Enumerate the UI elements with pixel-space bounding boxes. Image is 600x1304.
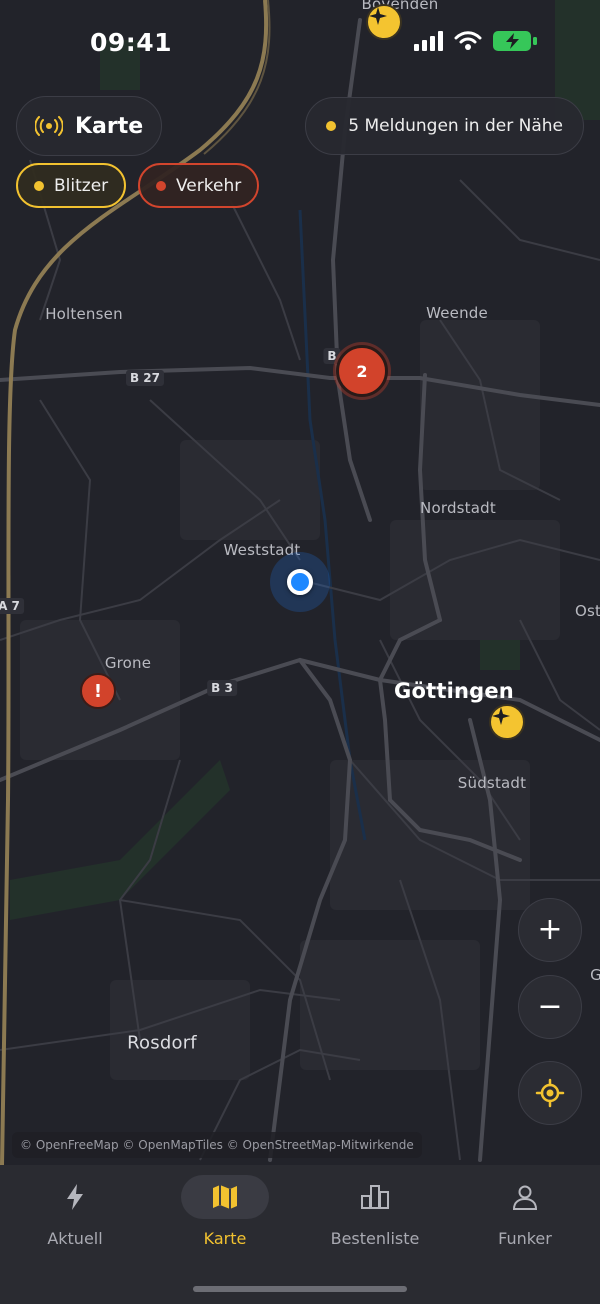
filter-dot-blitzer <box>34 180 44 191</box>
traffic-hazard-marker[interactable]: ! <box>80 673 116 709</box>
user-icon <box>512 1185 538 1210</box>
zoom-in-button[interactable]: + <box>518 898 582 962</box>
place-label-grone: Grone <box>104 654 152 672</box>
place-label-g: G <box>590 966 600 984</box>
tab-funker[interactable]: Funker <box>450 1175 600 1265</box>
tab-karte[interactable]: Karte <box>150 1175 300 1265</box>
nearby-reports-chip[interactable]: 5 Meldungen in der Nähe <box>305 97 584 155</box>
locate-me-button[interactable] <box>518 1061 582 1125</box>
filter-chip-blitzer[interactable]: Blitzer <box>16 163 127 208</box>
place-label-holtensen: Holtensen <box>45 305 123 323</box>
wifi-icon <box>454 31 482 50</box>
map-title-chip: Karte <box>16 96 163 156</box>
tab-label-funker: Funker <box>498 1229 552 1248</box>
tab-label-bestenliste: Bestenliste <box>330 1229 420 1248</box>
status-bar: 09:41 <box>0 0 600 88</box>
sparkle-icon <box>492 707 510 725</box>
page-title: Karte <box>75 113 144 139</box>
filter-dot-verkehr <box>156 180 166 191</box>
bottom-tab-bar: Aktuell Karte Bestenliste Funker <box>0 1165 600 1304</box>
status-time: 09:41 <box>90 28 173 57</box>
place-label-goettingen: Göttingen <box>394 679 514 703</box>
home-indicator[interactable] <box>193 1286 407 1292</box>
map-attribution[interactable]: © OpenFreeMap © OpenMapTiles © OpenStree… <box>12 1132 422 1158</box>
filter-chip-verkehr[interactable]: Verkehr <box>138 163 260 208</box>
place-label-suedstadt: Südstadt <box>457 774 527 792</box>
place-label-ost: Ost <box>574 602 600 620</box>
hazard-symbol: ! <box>93 680 103 702</box>
tab-icon-wrapper <box>181 1175 269 1219</box>
lightning-icon <box>67 1184 83 1210</box>
tab-aktuell[interactable]: Aktuell <box>0 1175 150 1265</box>
reports-indicator-dot <box>326 121 337 131</box>
place-label-weende: Weende <box>426 304 488 322</box>
tab-label-karte: Karte <box>203 1229 247 1248</box>
road-label-b27: B 27 <box>125 370 165 386</box>
signal-icon <box>414 31 443 51</box>
crosshair-icon <box>535 1078 565 1108</box>
map-icon <box>213 1185 237 1209</box>
speed-camera-marker[interactable] <box>489 704 525 740</box>
minus-icon: − <box>537 989 563 1024</box>
battery-charging-icon <box>493 31 537 51</box>
bar-chart-icon <box>361 1185 389 1209</box>
filter-label-blitzer: Blitzer <box>54 175 109 196</box>
filter-label-verkehr: Verkehr <box>176 175 242 196</box>
user-location-dot <box>287 569 313 595</box>
place-label-rosdorf: Rosdorf <box>127 1032 197 1054</box>
tab-label-aktuell: Aktuell <box>47 1229 103 1248</box>
nearby-reports-text: 5 Meldungen in der Nähe <box>348 116 563 136</box>
road-label-a7: A 7 <box>0 598 24 614</box>
plus-icon: + <box>537 912 563 947</box>
broadcast-icon <box>35 116 63 136</box>
zoom-out-button[interactable]: − <box>518 975 582 1039</box>
tab-icon-wrapper <box>481 1175 569 1219</box>
place-label-nordstadt: Nordstadt <box>420 499 496 517</box>
road-label-b3: B 3 <box>207 680 237 696</box>
attribution-text: © OpenFreeMap © OpenMapTiles © OpenStree… <box>20 1138 414 1152</box>
tab-bestenliste[interactable]: Bestenliste <box>300 1175 450 1265</box>
report-cluster-marker[interactable]: 2 <box>336 345 388 397</box>
cluster-count: 2 <box>356 361 368 381</box>
tab-icon-wrapper <box>31 1175 119 1219</box>
status-icons <box>414 30 538 52</box>
tab-icon-wrapper <box>331 1175 419 1219</box>
